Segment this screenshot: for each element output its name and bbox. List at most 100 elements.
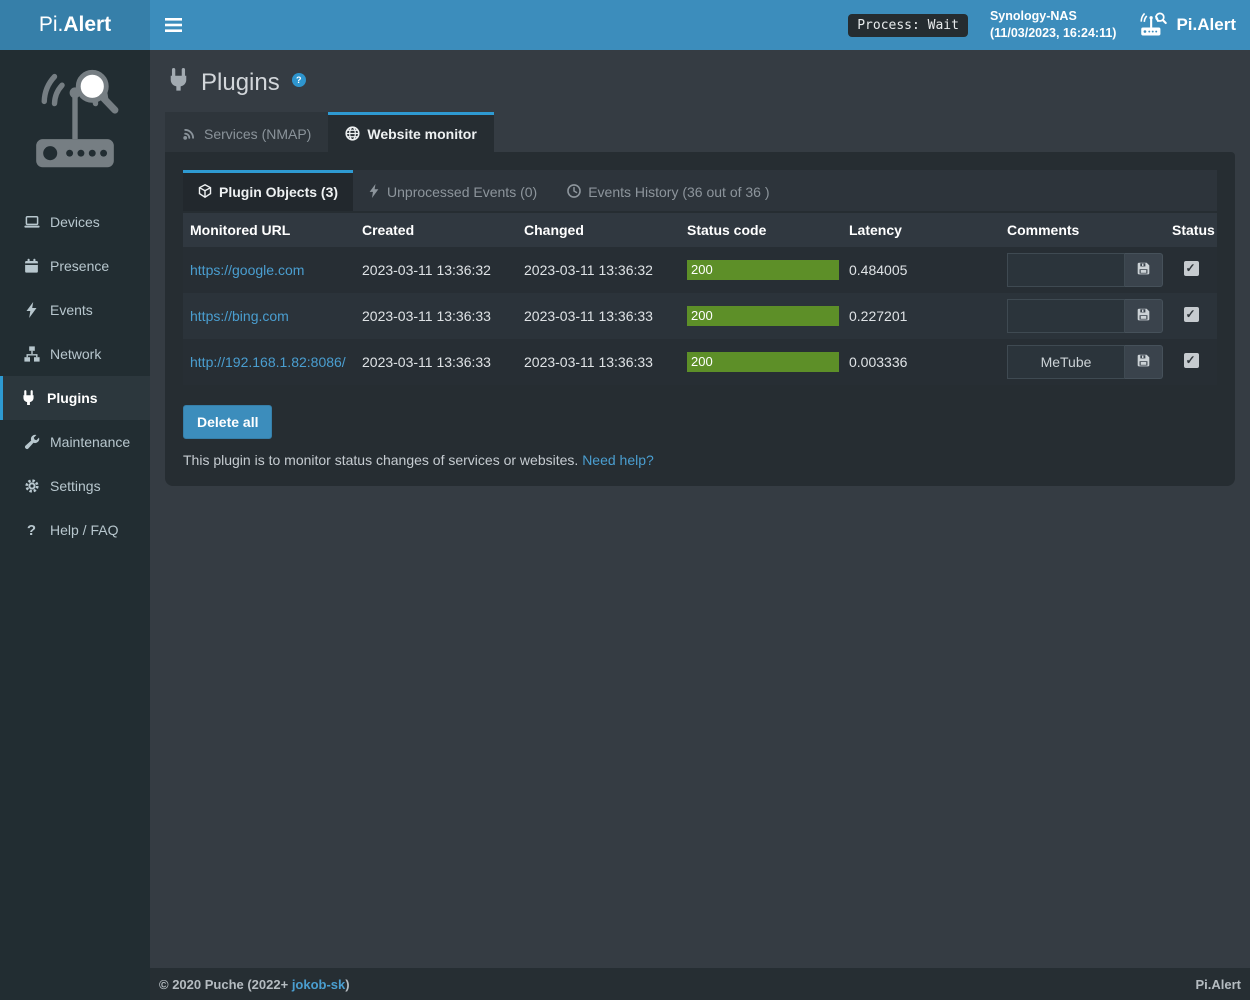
status-code-bar: 200 <box>687 260 839 280</box>
changed-cell: 2023-03-11 13:36:32 <box>517 247 680 293</box>
floppy-save-icon <box>1136 261 1151 279</box>
tab-website-monitor[interactable]: Website monitor <box>328 112 493 152</box>
monitored-url-link[interactable]: https://bing.com <box>190 308 289 324</box>
page-title: Plugins ? <box>167 68 1235 97</box>
table-header-row: Monitored URL Created Changed Status cod… <box>183 213 1217 247</box>
main-content: Plugins ? Services (NMAP) Website monito… <box>150 50 1250 968</box>
created-cell: 2023-03-11 13:36:32 <box>355 247 517 293</box>
column-header-created: Created <box>355 213 517 247</box>
changed-cell: 2023-03-11 13:36:33 <box>517 293 680 339</box>
navbar-brand-label: Pi.Alert <box>1176 15 1236 35</box>
footer-copyright-suffix: ) <box>345 977 349 992</box>
sidebar-item-label: Presence <box>50 258 109 274</box>
question-icon: ? <box>23 522 40 539</box>
tab-services-nmap[interactable]: Services (NMAP) <box>165 112 328 152</box>
monitored-url-link[interactable]: https://google.com <box>190 262 304 278</box>
status-code-bar: 200 <box>687 306 839 326</box>
footer-copyright-prefix: © 2020 Puche (2022+ <box>159 977 292 992</box>
sidebar-item-presence[interactable]: Presence <box>0 244 150 288</box>
page-help-badge[interactable]: ? <box>292 73 306 87</box>
save-comment-button[interactable] <box>1125 253 1163 287</box>
latency-cell: 0.227201 <box>842 293 1000 339</box>
latency-cell: 0.484005 <box>842 247 1000 293</box>
sidebar-item-settings[interactable]: Settings <box>0 464 150 508</box>
host-name: Synology-NAS <box>990 8 1117 25</box>
sidebar-item-devices[interactable]: Devices <box>0 200 150 244</box>
sidebar: Devices Presence Events Network <box>0 50 150 1000</box>
column-header-status: Status <box>1165 213 1217 247</box>
sidebar-item-label: Network <box>50 346 101 362</box>
column-header-status-code: Status code <box>680 213 842 247</box>
created-cell: 2023-03-11 13:36:33 <box>355 293 517 339</box>
save-comment-button[interactable] <box>1125 299 1163 333</box>
status-checkbox[interactable] <box>1184 353 1199 368</box>
sidebar-item-label: Events <box>50 302 93 318</box>
tab-plugin-objects[interactable]: Plugin Objects (3) <box>183 170 353 211</box>
top-navbar: Process: Wait Synology-NAS (11/03/2023, … <box>150 0 1250 50</box>
plug-icon <box>20 390 37 406</box>
column-header-latency: Latency <box>842 213 1000 247</box>
app-logo[interactable]: Pi.Alert <box>0 0 150 50</box>
bolt-icon <box>23 302 40 318</box>
broadcast-icon <box>182 126 197 141</box>
sidebar-item-maintenance[interactable]: Maintenance <box>0 420 150 464</box>
sidebar-toggle-button[interactable] <box>150 0 196 50</box>
sidebar-menu: Devices Presence Events Network <box>0 200 150 552</box>
gear-icon <box>23 478 40 494</box>
cube-icon <box>198 184 212 201</box>
navbar-brand[interactable]: Pi.Alert <box>1138 12 1236 38</box>
sidebar-item-events[interactable]: Events <box>0 288 150 332</box>
plugin-objects-table: Monitored URL Created Changed Status cod… <box>183 213 1217 385</box>
status-code-bar: 200 <box>687 352 839 372</box>
table-row: https://bing.com 2023-03-11 13:36:33 202… <box>183 293 1217 339</box>
plugin-subtabs: Plugin Objects (3) Unprocessed Events (0… <box>183 170 1217 211</box>
created-cell: 2023-03-11 13:36:33 <box>355 339 517 385</box>
status-checkbox[interactable] <box>1184 307 1199 322</box>
app-window: Pi.Alert Process: Wait Synology-NAS (11/… <box>0 0 1250 1000</box>
footer-brand: Pi.Alert <box>1195 977 1241 992</box>
tab-label: Website monitor <box>367 126 476 142</box>
comment-input-group <box>1007 345 1163 379</box>
sidebar-item-plugins[interactable]: Plugins <box>0 376 150 420</box>
column-header-comments: Comments <box>1000 213 1165 247</box>
sidebar-item-network[interactable]: Network <box>0 332 150 376</box>
sidebar-item-label: Maintenance <box>50 434 130 450</box>
website-monitor-panel: Plugin Objects (3) Unprocessed Events (0… <box>165 152 1235 486</box>
sidebar-item-label: Plugins <box>47 390 98 406</box>
table-row: https://google.com 2023-03-11 13:36:32 2… <box>183 247 1217 293</box>
need-help-link[interactable]: Need help? <box>582 452 654 468</box>
plugin-description: This plugin is to monitor status changes… <box>183 452 1217 468</box>
save-comment-button[interactable] <box>1125 345 1163 379</box>
hamburger-icon <box>165 18 182 32</box>
footer: © 2020 Puche (2022+ jokob-sk) Pi.Alert <box>150 968 1250 1000</box>
monitored-url-link[interactable]: http://192.168.1.82:8086/ <box>190 354 346 370</box>
delete-all-button[interactable]: Delete all <box>183 405 272 439</box>
table-row: http://192.168.1.82:8086/ 2023-03-11 13:… <box>183 339 1217 385</box>
page-title-text: Plugins <box>201 69 280 97</box>
tab-label: Services (NMAP) <box>204 126 311 142</box>
status-checkbox[interactable] <box>1184 261 1199 276</box>
comment-input-group <box>1007 253 1163 287</box>
column-header-changed: Changed <box>517 213 680 247</box>
comment-input[interactable] <box>1007 345 1125 379</box>
footer-author-link[interactable]: jokob-sk <box>292 977 345 992</box>
sidebar-item-label: Settings <box>50 478 101 494</box>
floppy-save-icon <box>1136 307 1151 325</box>
tab-label: Plugin Objects (3) <box>219 184 338 200</box>
tab-unprocessed-events[interactable]: Unprocessed Events (0) <box>353 170 552 211</box>
latency-cell: 0.003336 <box>842 339 1000 385</box>
tab-events-history[interactable]: Events History (36 out of 36 ) <box>552 170 784 211</box>
clock-icon <box>567 184 581 201</box>
plug-title-icon <box>167 68 190 97</box>
comment-input[interactable] <box>1007 299 1125 333</box>
process-status-badge: Process: Wait <box>848 14 968 37</box>
sidebar-item-help[interactable]: ? Help / FAQ <box>0 508 150 552</box>
tab-label: Unprocessed Events (0) <box>387 184 537 200</box>
column-header-monitored-url: Monitored URL <box>183 213 355 247</box>
laptop-icon <box>23 214 40 230</box>
footer-copyright: © 2020 Puche (2022+ jokob-sk) <box>159 977 350 992</box>
sidebar-item-label: Help / FAQ <box>50 522 118 538</box>
comment-input[interactable] <box>1007 253 1125 287</box>
app-logo-suffix: Alert <box>63 13 111 37</box>
network-icon <box>23 346 40 362</box>
